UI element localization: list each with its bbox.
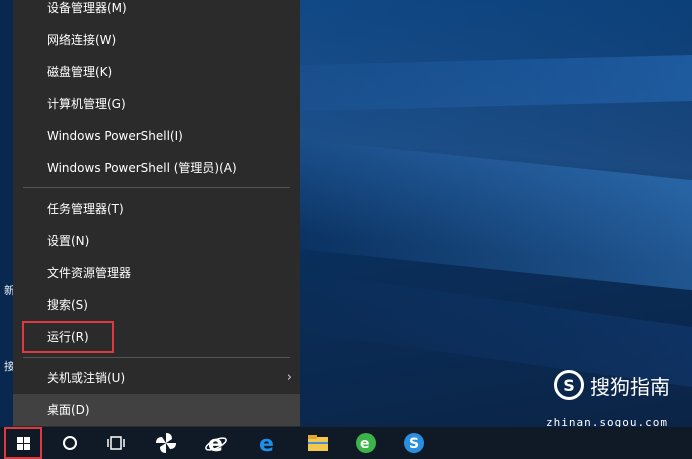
desktop-left-edge: 新 接: [0, 0, 15, 427]
pinned-app-green-browser[interactable]: e: [346, 427, 386, 459]
pinned-app-file-explorer[interactable]: [298, 427, 338, 459]
menu-separator: [23, 187, 290, 188]
menu-item-powershell-admin[interactable]: Windows PowerShell (管理员)(A): [13, 152, 300, 184]
internet-explorer-icon: e: [205, 432, 227, 454]
edge-icon: e: [259, 432, 274, 454]
menu-item-computer-management[interactable]: 计算机管理(G): [13, 88, 300, 120]
winx-context-menu: 设备管理器(M) 网络连接(W) 磁盘管理(K) 计算机管理(G) Window…: [13, 0, 300, 427]
run-highlight-annotation: [22, 321, 114, 353]
menu-item-search[interactable]: 搜索(S): [13, 289, 300, 321]
sogou-logo-icon: S: [554, 370, 584, 400]
cortana-search-button[interactable]: [50, 427, 90, 459]
task-view-button[interactable]: [96, 427, 136, 459]
menu-item-network-connections[interactable]: 网络连接(W): [13, 24, 300, 56]
wallpaper-light-beam: [300, 54, 692, 112]
menu-item-label: Windows PowerShell(I): [47, 129, 183, 143]
menu-item-device-manager[interactable]: 设备管理器(M): [13, 0, 300, 24]
sogou-watermark: S 搜狗指南: [554, 370, 670, 400]
taskbar: e e e S: [0, 427, 692, 459]
green-browser-icon: e: [356, 433, 376, 453]
svg-text:S: S: [409, 436, 419, 452]
menu-item-label: 设置(N): [47, 234, 90, 248]
menu-item-label: Windows PowerShell (管理员)(A): [47, 161, 237, 175]
pinwheel-app-icon: [156, 433, 176, 453]
menu-item-label: 桌面(D): [47, 403, 90, 417]
watermark-brand: 搜狗指南: [590, 374, 670, 399]
task-view-icon: [107, 436, 125, 450]
menu-item-label: 计算机管理(G): [47, 97, 126, 111]
menu-separator: [23, 357, 290, 358]
cortana-search-icon: [63, 436, 77, 450]
chevron-right-icon: ›: [286, 370, 292, 385]
file-explorer-icon: [308, 435, 328, 451]
menu-item-label: 设备管理器(M): [47, 1, 127, 15]
svg-text:e: e: [259, 432, 274, 454]
menu-item-powershell[interactable]: Windows PowerShell(I): [13, 120, 300, 152]
menu-item-label: 关机或注销(U): [47, 371, 126, 385]
pinned-app-pinwheel[interactable]: [146, 427, 186, 459]
menu-item-label: 网络连接(W): [47, 33, 117, 47]
menu-item-label: 任务管理器(T): [47, 202, 124, 216]
menu-item-label: 磁盘管理(K): [47, 65, 113, 79]
menu-item-settings[interactable]: 设置(N): [13, 225, 300, 257]
windows-start-icon: [16, 436, 30, 450]
start-button[interactable]: [4, 427, 42, 459]
menu-item-label: 文件资源管理器: [47, 266, 132, 280]
wallpaper-light-beam: [300, 138, 692, 292]
svg-text:e: e: [360, 436, 370, 452]
menu-item-desktop[interactable]: 桌面(D): [13, 394, 300, 426]
menu-item-task-manager[interactable]: 任务管理器(T): [13, 193, 300, 225]
menu-item-file-explorer[interactable]: 文件资源管理器: [13, 257, 300, 289]
menu-item-shutdown-signout[interactable]: 关机或注销(U) ›: [13, 362, 300, 394]
menu-item-disk-management[interactable]: 磁盘管理(K): [13, 56, 300, 88]
sogou-browser-icon: S: [404, 433, 424, 453]
pinned-app-edge[interactable]: e: [248, 427, 288, 459]
pinned-app-ie[interactable]: e: [196, 427, 236, 459]
menu-item-label: 搜索(S): [47, 298, 88, 312]
pinned-app-sogou-browser[interactable]: S: [394, 427, 434, 459]
